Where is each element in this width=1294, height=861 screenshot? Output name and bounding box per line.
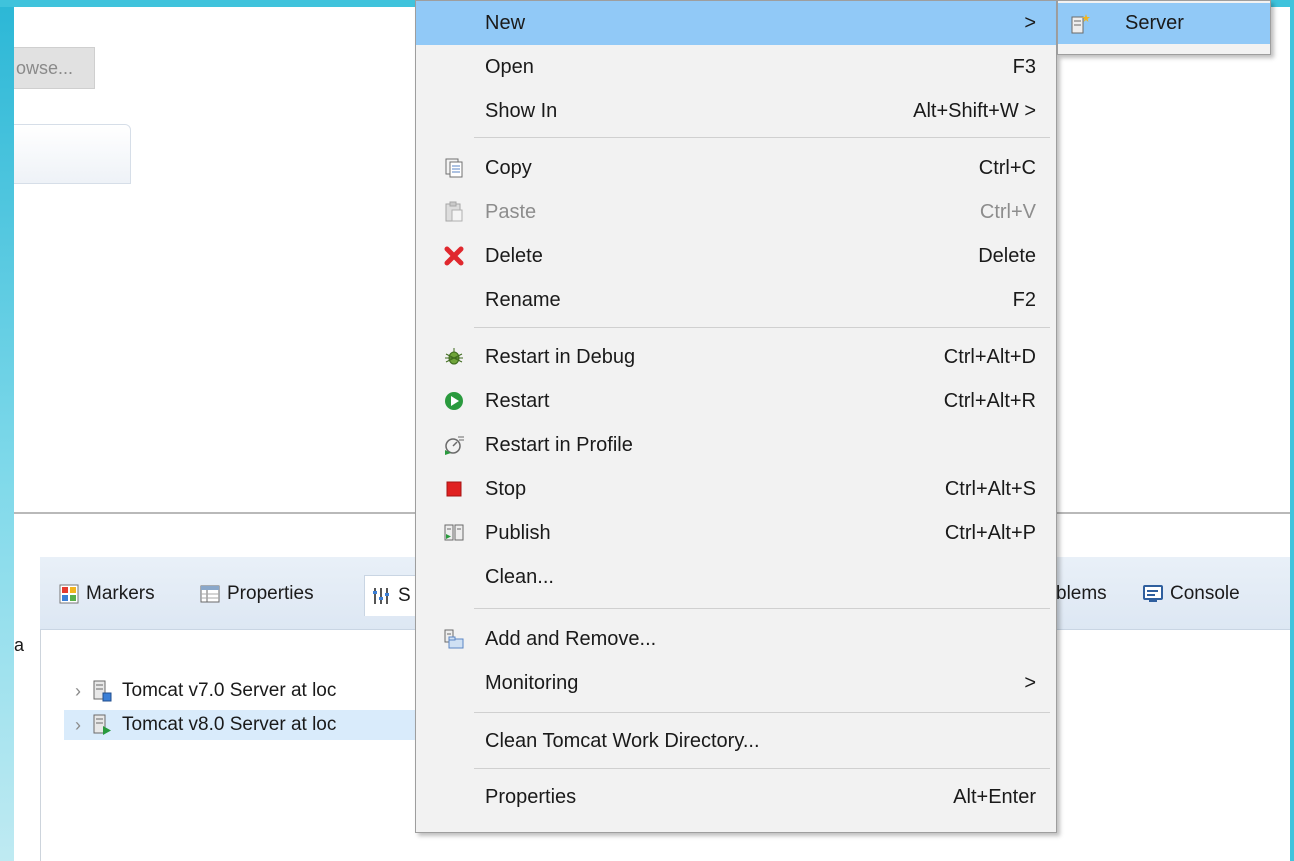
tab-servers-label: S bbox=[398, 585, 411, 606]
menu-item-open[interactable]: Open F3 bbox=[416, 45, 1056, 89]
server-label: Tomcat v7.0 Server at loc bbox=[122, 680, 337, 701]
browse-button-label: owse... bbox=[16, 57, 74, 78]
menu-item-shortcut: Ctrl+Alt+P bbox=[944, 521, 1036, 544]
menu-item-label: Paste bbox=[485, 200, 537, 223]
copy-icon bbox=[442, 156, 466, 180]
menu-item-paste[interactable]: Paste Ctrl+V bbox=[416, 190, 1056, 234]
menu-item-copy[interactable]: Copy Ctrl+C bbox=[416, 146, 1056, 190]
submenu-arrow-icon: > bbox=[1024, 99, 1036, 122]
menu-item-publish[interactable]: Publish Ctrl+Alt+P bbox=[416, 511, 1056, 555]
submenu-arrow-icon: > bbox=[1024, 11, 1036, 34]
markers-icon bbox=[59, 584, 79, 604]
left-view-strip bbox=[14, 557, 41, 861]
server-stopped-icon bbox=[92, 680, 112, 702]
menu-item-monitoring[interactable]: Monitoring > bbox=[416, 661, 1056, 705]
menu-item-restart[interactable]: Restart Ctrl+Alt+R bbox=[416, 379, 1056, 423]
menu-item-delete[interactable]: Delete Delete bbox=[416, 234, 1056, 278]
menu-item-shortcut: Alt+Shift+W > bbox=[913, 100, 1036, 123]
server-label: Tomcat v8.0 Server at loc bbox=[122, 714, 337, 735]
menu-item-label: Properties bbox=[485, 785, 577, 808]
menu-item-stop[interactable]: Stop Ctrl+Alt+S bbox=[416, 467, 1056, 511]
menu-item-shortcut-text: Alt+Shift+W bbox=[913, 99, 1019, 122]
tab-properties[interactable]: Properties bbox=[200, 577, 314, 611]
menu-item-add-remove[interactable]: Add and Remove... bbox=[416, 617, 1056, 661]
menu-item-label: Publish bbox=[485, 521, 551, 544]
tab-console-label: Console bbox=[1170, 583, 1240, 604]
workbench: owse... a Markers Properties S blems Con… bbox=[14, 0, 1290, 861]
menu-item-label: Rename bbox=[485, 288, 561, 311]
frame-left-border bbox=[0, 0, 14, 861]
menu-item-shortcut: Ctrl+Alt+R bbox=[943, 389, 1036, 412]
menu-item-new[interactable]: New > bbox=[416, 1, 1056, 45]
browse-button[interactable]: owse... bbox=[14, 47, 95, 89]
tab-markers[interactable]: Markers bbox=[59, 577, 155, 611]
new-submenu: Server bbox=[1057, 0, 1271, 55]
server-row-tomcat7[interactable]: › Tomcat v7.0 Server at loc bbox=[64, 676, 444, 706]
menu-item-label: Clean Tomcat Work Directory... bbox=[485, 729, 760, 752]
menu-item-label: Restart in Debug bbox=[485, 345, 636, 368]
submenu-item-label: Server bbox=[1125, 12, 1184, 34]
menu-separator bbox=[474, 768, 1050, 769]
stop-icon bbox=[442, 477, 466, 501]
menu-item-clean[interactable]: Clean... bbox=[416, 555, 1056, 599]
menu-item-restart-profile[interactable]: Restart in Profile bbox=[416, 423, 1056, 467]
tab-properties-label: Properties bbox=[227, 583, 314, 604]
menu-item-label: Delete bbox=[485, 244, 543, 267]
menu-item-label: Add and Remove... bbox=[485, 627, 657, 650]
menu-separator bbox=[474, 712, 1050, 713]
menu-item-label: Open bbox=[485, 55, 534, 78]
upper-panel-header bbox=[14, 124, 131, 184]
submenu-item-server[interactable]: Server bbox=[1058, 3, 1270, 44]
context-menu: New > Open F3 Show In Alt+Shift+W > Copy… bbox=[415, 0, 1057, 833]
server-row-tomcat8[interactable]: › Tomcat v8.0 Server at loc bbox=[64, 710, 416, 740]
menu-item-shortcut: F3 bbox=[1012, 55, 1036, 78]
menu-item-rename[interactable]: Rename F2 bbox=[416, 278, 1056, 322]
frame-right-border bbox=[1290, 0, 1294, 861]
menu-separator bbox=[474, 608, 1050, 609]
restart-icon bbox=[442, 389, 466, 413]
console-icon bbox=[1143, 584, 1163, 604]
menu-item-shortcut: Ctrl+C bbox=[978, 156, 1036, 179]
menu-item-label: Restart bbox=[485, 389, 550, 412]
server-started-icon bbox=[92, 714, 112, 736]
menu-separator bbox=[474, 137, 1050, 138]
menu-item-shortcut: Delete bbox=[978, 244, 1036, 267]
left-view-text: a bbox=[14, 635, 25, 655]
publish-icon bbox=[442, 521, 466, 545]
menu-item-label: Monitoring bbox=[485, 671, 579, 694]
submenu-arrow-icon: > bbox=[1024, 671, 1036, 694]
menu-separator bbox=[474, 327, 1050, 328]
menu-item-shortcut: Ctrl+V bbox=[979, 200, 1036, 223]
new-server-icon bbox=[1068, 12, 1092, 36]
paste-icon bbox=[442, 200, 466, 224]
menu-item-shortcut: Alt+Enter bbox=[953, 785, 1036, 808]
add-remove-icon bbox=[442, 627, 466, 651]
menu-item-label: Clean... bbox=[485, 565, 554, 588]
tab-markers-label: Markers bbox=[86, 583, 155, 604]
tab-servers[interactable]: S bbox=[364, 575, 418, 616]
menu-item-shortcut: F2 bbox=[1012, 288, 1036, 311]
chevron-right-icon[interactable]: › bbox=[64, 715, 92, 736]
menu-item-label: Show In bbox=[485, 99, 558, 122]
tab-problems[interactable]: blems bbox=[1056, 577, 1107, 611]
menu-item-show-in[interactable]: Show In Alt+Shift+W > bbox=[416, 89, 1056, 133]
profile-icon bbox=[442, 433, 466, 457]
menu-item-label: Copy bbox=[485, 156, 532, 179]
menu-item-label: New bbox=[485, 11, 526, 34]
menu-item-shortcut: Ctrl+Alt+D bbox=[943, 345, 1036, 368]
properties-icon bbox=[200, 584, 220, 604]
menu-item-restart-debug[interactable]: Restart in Debug Ctrl+Alt+D bbox=[416, 335, 1056, 379]
menu-item-clean-work-dir[interactable]: Clean Tomcat Work Directory... bbox=[416, 719, 1056, 763]
menu-item-properties[interactable]: Properties Alt+Enter bbox=[416, 775, 1056, 819]
menu-item-label: Restart in Profile bbox=[485, 433, 633, 456]
chevron-right-icon[interactable]: › bbox=[64, 681, 92, 702]
delete-icon bbox=[442, 244, 466, 268]
menu-item-label: Stop bbox=[485, 477, 527, 500]
debug-icon bbox=[442, 345, 466, 369]
menu-item-shortcut: Ctrl+Alt+S bbox=[944, 477, 1036, 500]
tab-console[interactable]: Console bbox=[1143, 577, 1240, 611]
servers-icon bbox=[371, 586, 391, 606]
tab-problems-label: blems bbox=[1056, 583, 1107, 604]
